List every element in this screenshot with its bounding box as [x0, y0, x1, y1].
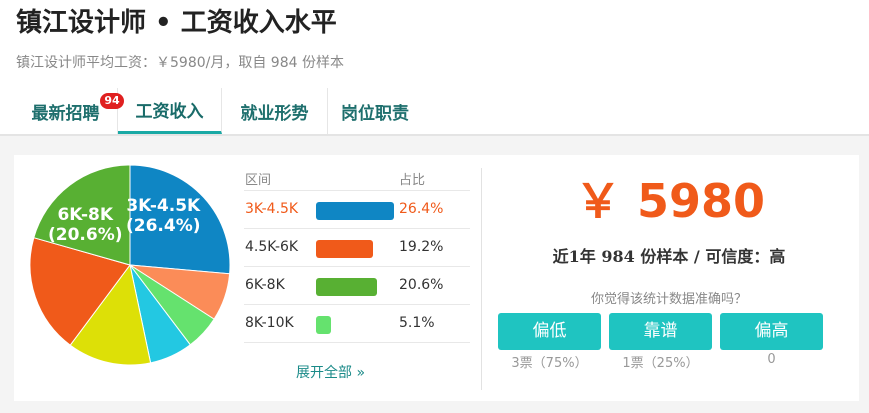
table-row: 6K-8K 20.6% [244, 267, 470, 305]
page-subtitle: 镇江设计师平均工资：￥5980/月，取自 984 份样本 [16, 55, 344, 71]
row-range: 8K-10K [245, 315, 294, 331]
pie-label-3k-4.5k: 3K-4.5K (26.4%) [126, 196, 201, 236]
row-percent: 5.1% [399, 315, 435, 331]
table-row: 8K-10K 5.1% [244, 305, 470, 343]
vertical-divider [481, 168, 482, 390]
page-title: 镇江设计师 • 工资收入水平 [16, 8, 337, 38]
tab-latest-jobs-label: 最新招聘 [31, 103, 100, 124]
tab-salary-label: 工资收入 [135, 102, 204, 122]
tab-latest-jobs[interactable]: 最新招聘 94 [14, 88, 124, 134]
column-header-range: 区间 [245, 173, 272, 188]
row-percent: 19.2% [399, 239, 444, 255]
row-bar [316, 278, 377, 296]
vote-low-count: 3票（75%） [511, 356, 588, 371]
sample-trust-text: 近1年 984 份样本 / 可信度：高 [552, 247, 786, 266]
row-range: 3K-4.5K [245, 201, 299, 217]
tab-salary[interactable]: 工资收入 [118, 88, 222, 134]
tab-bar: 最新招聘 94 工资收入 就业形势 岗位职责 [14, 88, 422, 134]
table-row: 4.5K-6K 19.2% [244, 229, 470, 267]
vote-accurate-count: 1票（25%） [622, 356, 699, 371]
row-range: 4.5K-6K [245, 239, 299, 255]
table-header: 区间 占比 [244, 165, 470, 191]
vote-accurate-button[interactable]: 靠谱 [609, 313, 712, 350]
row-bar [316, 240, 373, 258]
tab-employment-label: 就业形势 [240, 103, 309, 124]
tab-duties-label: 岗位职责 [341, 103, 409, 124]
vote-high-count: 0 [767, 352, 776, 367]
row-percent: 26.4% [399, 201, 444, 217]
vote-low-button[interactable]: 偏低 [498, 313, 601, 350]
table-row: 3K-4.5K 26.4% [244, 191, 470, 229]
vote-high-button[interactable]: 偏高 [720, 313, 823, 350]
pie-label-pct: (20.6%) [48, 225, 123, 245]
column-header-ratio: 占比 [399, 173, 426, 188]
tab-employment[interactable]: 就业形势 [222, 88, 328, 134]
expand-all-link[interactable]: 展开全部 » [296, 362, 365, 382]
pie-label-range: 3K-4.5K [126, 196, 201, 216]
tab-duties[interactable]: 岗位职责 [328, 88, 422, 134]
pie-label-6k-8k: 6K-8K (20.6%) [48, 205, 123, 245]
row-bar [316, 202, 394, 220]
header-divider [0, 134, 869, 136]
salary-pie-chart: 3K-4.5K (26.4%) 6K-8K (20.6%) [30, 165, 230, 365]
row-bar [316, 316, 331, 334]
salary-range-table: 区间 占比 3K-4.5K 26.4% 4.5K-6K 19.2% 6K-8K 20.6%… [244, 165, 470, 343]
header-area: 镇江设计师 • 工资收入水平 镇江设计师平均工资：￥5980/月，取自 984 … [0, 0, 869, 136]
accuracy-question: 你觉得该统计数据准确吗？ [590, 292, 747, 307]
pie-svg [30, 165, 230, 365]
row-percent: 20.6% [399, 277, 444, 293]
row-range: 6K-8K [245, 277, 285, 293]
pie-label-range: 6K-8K [57, 205, 114, 225]
average-salary: ￥ 5980 [574, 174, 766, 228]
pie-label-pct: (26.4%) [126, 216, 201, 236]
